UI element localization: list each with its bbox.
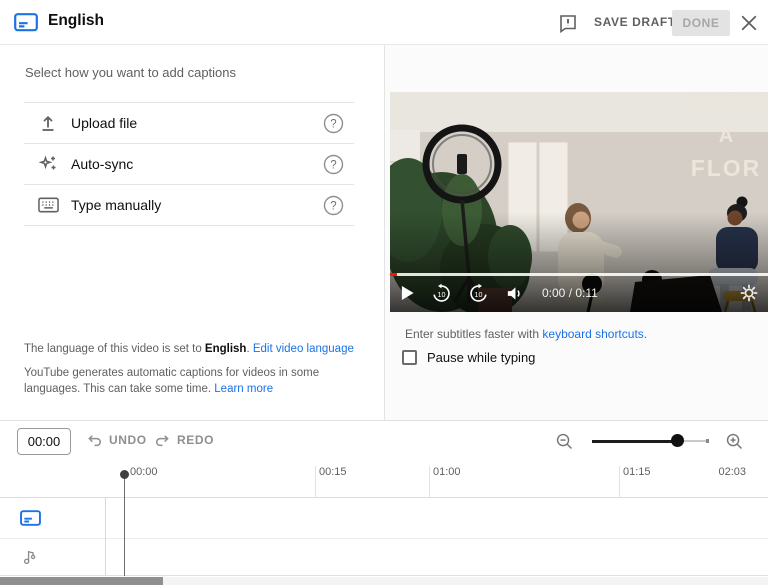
wall-text-line3: FLOR — [691, 155, 762, 181]
captions-badge-icon — [14, 13, 38, 37]
undo-icon — [86, 432, 103, 448]
learn-more-link[interactable]: Learn more — [214, 383, 273, 395]
ruler-tick — [619, 466, 620, 498]
timecode-input[interactable] — [17, 428, 71, 455]
page-title: English — [48, 12, 104, 30]
done-button[interactable]: DONE — [672, 10, 730, 36]
progress-played — [390, 273, 397, 276]
zoom-slider-fill — [592, 440, 677, 443]
tracks-bottom-border — [0, 575, 768, 576]
zoom-out-icon[interactable] — [555, 432, 574, 454]
subtitles-track-lane[interactable] — [0, 498, 768, 538]
close-icon[interactable] — [740, 14, 758, 32]
language-note: The language of this video is set to Eng… — [24, 341, 376, 357]
zoom-slider-thumb[interactable] — [671, 434, 684, 447]
option-auto-sync[interactable]: Auto-sync ? — [24, 143, 354, 184]
pause-while-typing-row[interactable]: Pause while typing — [402, 350, 535, 365]
timeline-ruler[interactable]: 00:00 00:15 01:00 01:15 02:03 — [0, 461, 768, 498]
volume-icon[interactable] — [505, 284, 524, 303]
ruler-label: 00:00 — [130, 466, 158, 478]
timeline-tracks — [0, 498, 768, 575]
ruler-label: 01:00 — [433, 466, 461, 478]
scrollbar-thumb[interactable] — [0, 577, 163, 585]
feedback-button[interactable] — [558, 13, 578, 33]
header: English SAVE DRAFT DONE — [0, 0, 768, 45]
timeline-section: UNDO REDO 00:00 00:15 01:00 01:15 02:03 — [0, 420, 768, 588]
music-note-icon — [22, 547, 37, 571]
video-player[interactable]: COMO A FLOR — [390, 92, 768, 312]
track-column-divider — [105, 498, 106, 575]
playhead-handle[interactable] — [120, 470, 129, 479]
ruler-label: 00:15 — [319, 466, 347, 478]
help-icon[interactable]: ? — [323, 195, 344, 216]
rewind-10-icon[interactable]: 10 — [431, 283, 452, 304]
play-button[interactable] — [400, 284, 415, 302]
panel-notes: The language of this video is set to Eng… — [24, 341, 376, 397]
ruler-tick — [315, 466, 316, 498]
svg-text:10: 10 — [438, 290, 446, 298]
zoom-slider[interactable] — [592, 433, 708, 449]
auto-captions-note: YouTube generates automatic captions for… — [24, 365, 376, 397]
zoom-in-icon[interactable] — [725, 432, 744, 454]
time-display: 0:00 / 0:11 — [542, 286, 598, 300]
video-controls: 10 10 0:00 / 0:11 — [390, 277, 768, 309]
svg-text:?: ? — [330, 118, 336, 130]
option-upload-file[interactable]: Upload file ? — [24, 102, 354, 143]
video-preview-panel: COMO A FLOR — [385, 45, 768, 420]
svg-text:?: ? — [330, 200, 336, 212]
panel-heading: Select how you want to add captions — [25, 65, 236, 80]
svg-text:10: 10 — [475, 290, 483, 298]
option-label: Upload file — [71, 115, 137, 131]
ruler-label: 01:15 — [623, 466, 651, 478]
shortcut-note: Enter subtitles faster with keyboard sho… — [405, 327, 647, 341]
auto-sync-icon — [38, 154, 62, 174]
help-icon[interactable]: ? — [323, 154, 344, 175]
forward-10-icon[interactable]: 10 — [468, 283, 489, 304]
playhead-line — [124, 478, 126, 576]
redo-button[interactable]: REDO — [154, 432, 214, 448]
wall-text-line2: A — [719, 125, 733, 147]
horizontal-scrollbar[interactable] — [0, 577, 768, 585]
option-type-manually[interactable]: Type manually ? — [24, 184, 354, 225]
save-draft-button[interactable]: SAVE DRAFT — [594, 15, 676, 29]
help-icon[interactable]: ? — [323, 113, 344, 134]
pause-while-typing-checkbox[interactable] — [402, 350, 417, 365]
video-progress-bar[interactable] — [390, 273, 768, 276]
edit-video-language-link[interactable]: Edit video language — [253, 343, 354, 355]
svg-text:?: ? — [330, 159, 336, 171]
captions-editor-window: English SAVE DRAFT DONE Select how you w… — [0, 0, 768, 588]
list-end-divider — [24, 225, 354, 226]
pause-while-typing-label: Pause while typing — [427, 350, 535, 365]
upload-icon — [38, 113, 62, 133]
zoom-slider-endcap — [706, 439, 709, 443]
audio-track-lane[interactable] — [0, 538, 768, 575]
option-label: Type manually — [71, 197, 161, 213]
caption-methods-panel: Select how you want to add captions Uplo… — [0, 45, 384, 420]
redo-icon — [154, 432, 171, 448]
ruler-tick — [429, 466, 430, 498]
keyboard-icon — [38, 197, 62, 213]
wall-text-line1: COMO — [686, 92, 766, 115]
undo-button[interactable]: UNDO — [86, 432, 147, 448]
ruler-label: 02:03 — [718, 466, 746, 478]
option-label: Auto-sync — [71, 156, 133, 172]
settings-gear-icon[interactable] — [740, 284, 758, 302]
caption-options-list: Upload file ? Auto-sync ? Type manually — [24, 102, 354, 226]
keyboard-shortcuts-link[interactable]: keyboard shortcuts — [542, 327, 643, 341]
subtitles-track-icon — [20, 510, 41, 531]
